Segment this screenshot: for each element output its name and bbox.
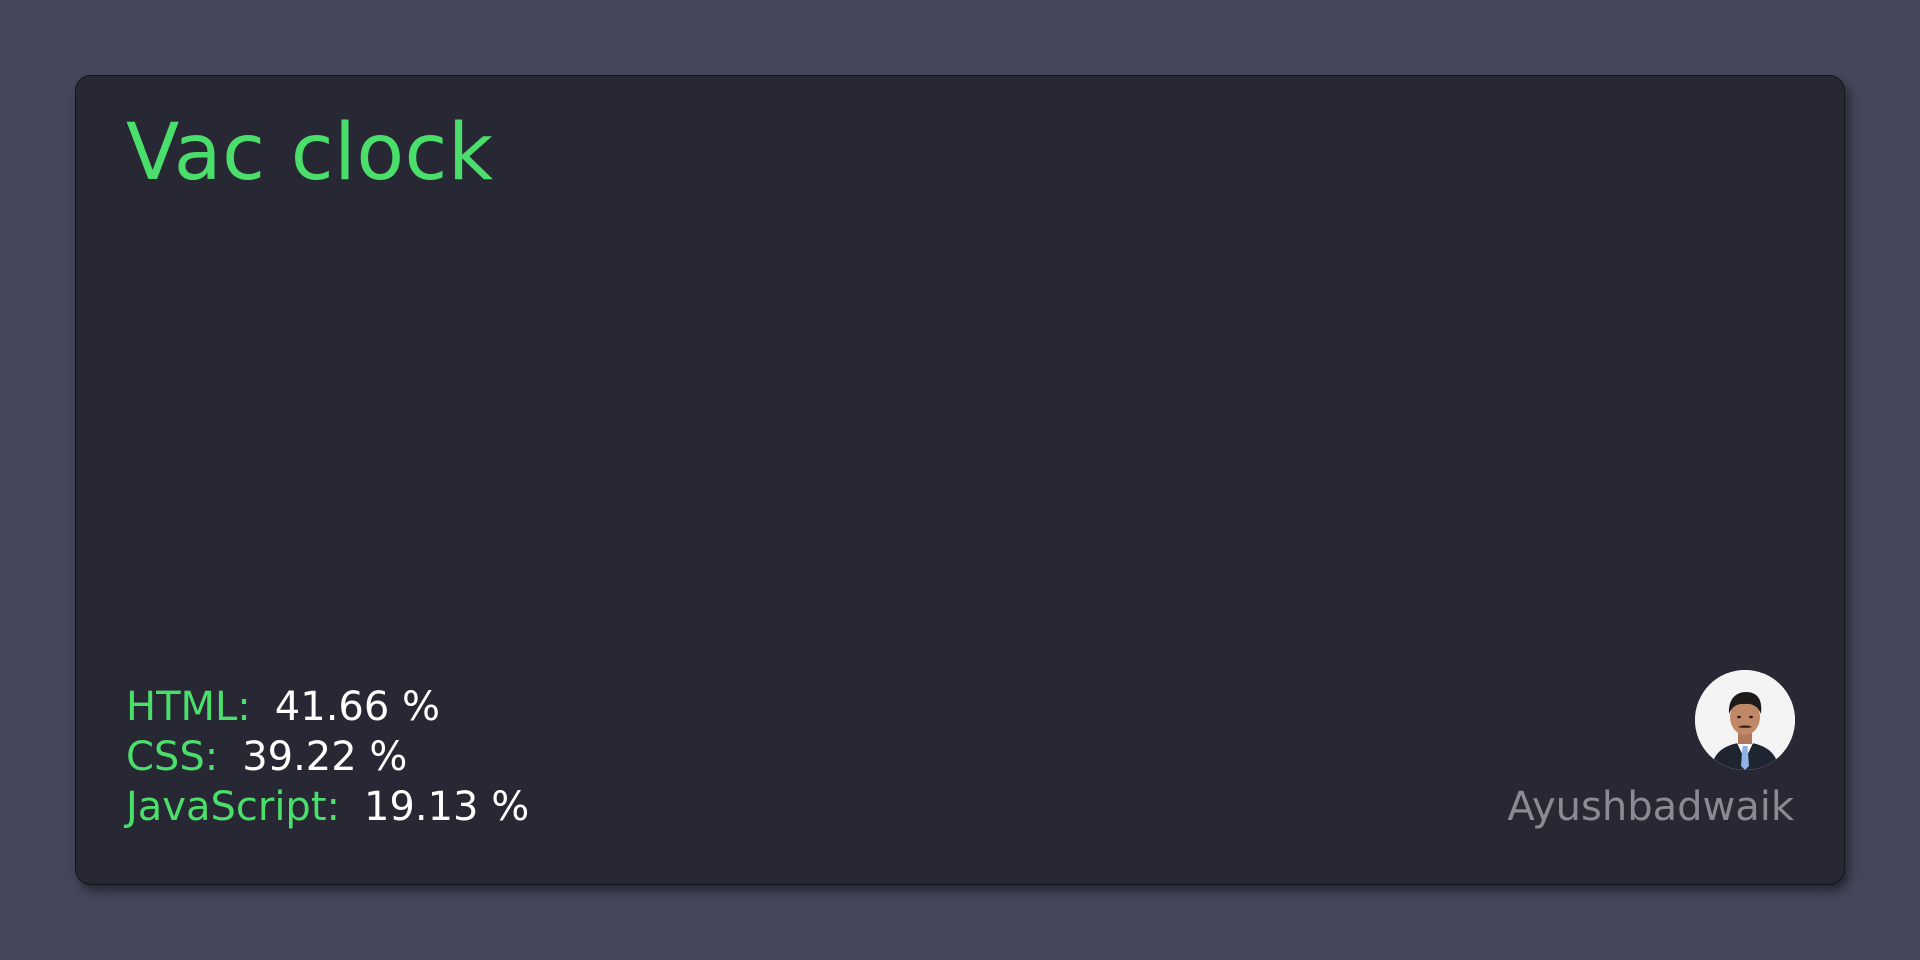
stat-label: CSS: [126, 734, 219, 780]
stat-label: HTML: [126, 684, 251, 730]
author-name: Ayushbadwaik [1507, 784, 1794, 830]
profile-photo-icon [1695, 670, 1795, 770]
stat-row-html: HTML: 41.66 % [126, 682, 529, 732]
stat-value: 19.13 % [363, 784, 530, 830]
card-title: Vac clock [126, 108, 494, 198]
language-stats: HTML: 41.66 % CSS: 39.22 % JavaScript: 1… [126, 682, 529, 832]
stat-value: 41.66 % [274, 684, 441, 730]
avatar [1695, 670, 1795, 770]
stat-row-css: CSS: 39.22 % [126, 732, 529, 782]
stat-row-javascript: JavaScript: 19.13 % [126, 782, 529, 832]
stat-value: 39.22 % [242, 734, 408, 780]
stat-label: JavaScript: [126, 784, 340, 830]
project-card: Vac clock HTML: 41.66 % CSS: 39.22 % Jav… [75, 75, 1845, 885]
